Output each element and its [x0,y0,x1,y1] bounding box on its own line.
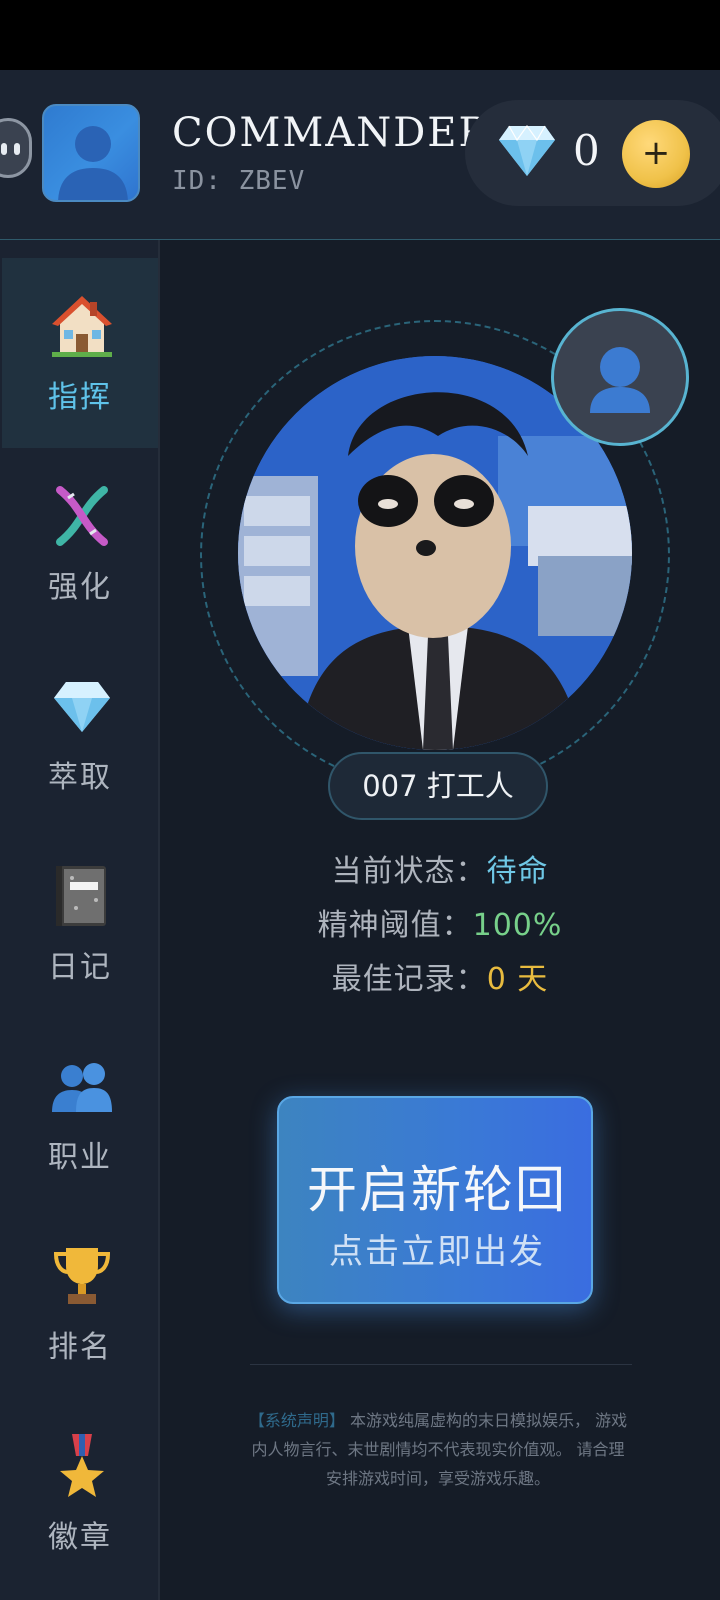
stat-status: 当前状态：待命 [160,846,720,890]
sidebar-item-enhance[interactable]: 强化 [2,448,158,638]
notebook-icon [56,866,106,926]
diamond-icon [54,682,110,732]
stat-label: 精神阈值： [317,908,473,943]
gem-count: 0 [573,126,600,175]
sidebar-item-label: 徽章 [48,1520,112,1555]
person-icon [590,347,650,413]
stat-best-record: 最佳记录：0 天 [160,954,720,998]
sidebar-item-label: 职业 [48,1140,112,1175]
add-gems-button[interactable]: + [622,120,690,188]
status-bar [0,0,720,70]
stat-value: 待命 [486,854,549,889]
stat-sanity: 精神阈值：100% [160,900,720,944]
sidebar-item-extract[interactable]: 萃取 [2,638,158,828]
start-button-subtitle: 点击立即出发 [329,1232,545,1272]
dna-icon [56,486,108,546]
divider [250,1364,632,1365]
sidebar-item-label: 日记 [48,950,112,985]
sidebar-item-diary[interactable]: 日记 [2,828,158,1018]
system-disclaimer: 【系统声明】 本游戏纯属虚构的末日模拟娱乐， 游戏内人物言行、末世剧情均不代表现… [248,1406,628,1493]
sidebar-item-label: 指挥 [48,380,112,415]
sidebar-item-ranking[interactable]: 排名 [2,1208,158,1398]
commander-name: COMMANDER [172,110,491,156]
profile-switch-button[interactable] [551,308,689,446]
commander-id: ID: ZBEV [172,166,306,196]
sidebar-item-label: 萃取 [48,760,112,795]
start-button-title: 开启新轮回 [307,1161,567,1219]
sidebar-nav: 指挥 强化 萃取 日记 职业 排名 徽章 [0,240,160,1600]
user-avatar[interactable] [42,104,140,202]
stat-value: 100% [472,908,563,943]
people-icon [52,1063,112,1112]
sidebar-item-label: 排名 [48,1330,112,1365]
sidebar-item-label: 强化 [48,570,112,605]
stat-value: 0 天 [486,962,549,997]
gem-balance: 0 + [465,100,720,206]
main-panel: 007 打工人 当前状态：待命 精神阈值：100% 最佳记录：0 天 开启新轮回… [160,240,720,1600]
sidebar-item-command[interactable]: 指挥 [2,258,158,448]
start-new-cycle-button[interactable]: 开启新轮回 点击立即出发 [277,1096,593,1304]
robot-icon[interactable] [0,118,32,178]
person-icon [58,126,128,200]
stat-label: 最佳记录： [331,962,487,997]
top-header: COMMANDER ID: ZBEV 0 + [0,70,720,240]
trophy-icon [53,1248,111,1304]
disclaimer-tag: 【系统声明】 [248,1411,345,1430]
sidebar-item-badges[interactable]: 徽章 [2,1398,158,1588]
stat-label: 当前状态： [331,854,487,889]
house-icon [52,296,112,357]
medal-icon [60,1434,104,1497]
diamond-icon [499,124,555,176]
job-title-badge: 007 打工人 [328,752,548,820]
sidebar-item-career[interactable]: 职业 [2,1018,158,1208]
